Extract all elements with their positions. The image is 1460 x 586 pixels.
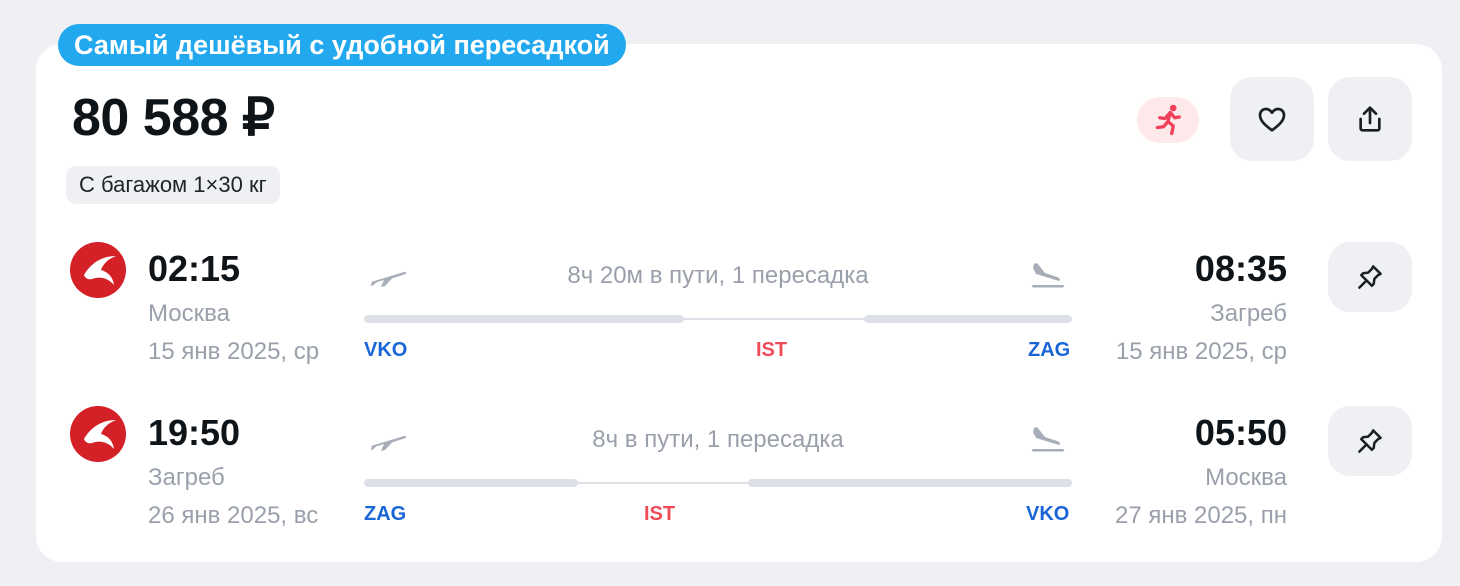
arrival-date: 27 янв 2025, пн xyxy=(1114,502,1287,529)
cheapest-badge: Самый дешёвый с удобной пересадкой xyxy=(58,24,626,66)
running-person-icon-svg xyxy=(1155,104,1181,136)
ticket-price: 80 588 ₽ xyxy=(72,89,275,147)
departure-date: 15 янв 2025, ср xyxy=(148,338,320,365)
turkish-airlines-logo xyxy=(70,242,126,298)
layover-line xyxy=(578,482,748,484)
route-bar-leg1 xyxy=(364,479,578,487)
departure-time: 02:15 xyxy=(148,248,241,289)
favorite-button[interactable] xyxy=(1230,77,1314,161)
baggage-tag: С багажом 1×30 кг xyxy=(66,166,280,204)
takeoff-plane-icon xyxy=(370,271,407,287)
departure-city: Загреб xyxy=(148,464,225,491)
share-icon xyxy=(1359,106,1381,132)
transfer-airport-code: IST xyxy=(644,503,676,525)
departure-date: 26 янв 2025, вс xyxy=(148,502,319,529)
flight-segment-outbound[interactable]: 02:15 Москва 15 янв 2025, ср 8ч 20м в пу… xyxy=(0,242,1460,382)
running-person-icon xyxy=(1137,97,1199,143)
departure-city: Москва xyxy=(148,300,230,327)
departure-time: 19:50 xyxy=(148,412,241,453)
transfer-airport-code: IST xyxy=(756,339,788,361)
arrival-date: 15 янв 2025, ср xyxy=(1115,338,1287,365)
landing-plane-icon xyxy=(1032,427,1064,452)
pin-icon xyxy=(1358,429,1382,453)
destination-airport-code: VKO xyxy=(1026,503,1070,525)
arrival-time: 05:50 xyxy=(1194,412,1287,453)
share-button[interactable] xyxy=(1328,77,1412,161)
layover-line xyxy=(684,318,864,320)
flight-duration: 8ч в пути, 1 пересадка xyxy=(592,426,844,453)
origin-airport-code: ZAG xyxy=(364,503,407,525)
turkish-airlines-logo xyxy=(70,406,126,462)
takeoff-plane-icon xyxy=(370,435,407,451)
pin-button[interactable] xyxy=(1328,242,1412,312)
route-bar-leg2 xyxy=(748,479,1072,487)
arrival-city: Загреб xyxy=(1210,300,1287,327)
pin-button[interactable] xyxy=(1328,406,1412,476)
pin-icon xyxy=(1358,265,1382,289)
flight-duration: 8ч 20м в пути, 1 пересадка xyxy=(567,262,869,289)
heart-icon xyxy=(1258,107,1286,132)
landing-plane-icon xyxy=(1032,263,1064,288)
route-bar-leg1 xyxy=(364,315,684,323)
arrival-time: 08:35 xyxy=(1194,248,1287,289)
flight-segment-return[interactable]: 19:50 Загреб 26 янв 2025, вс 8ч в пути, … xyxy=(0,406,1460,546)
destination-airport-code: ZAG xyxy=(1028,339,1071,361)
arrival-city: Москва xyxy=(1205,464,1287,491)
origin-airport-code: VKO xyxy=(364,339,408,361)
route-bar-leg2 xyxy=(864,315,1072,323)
